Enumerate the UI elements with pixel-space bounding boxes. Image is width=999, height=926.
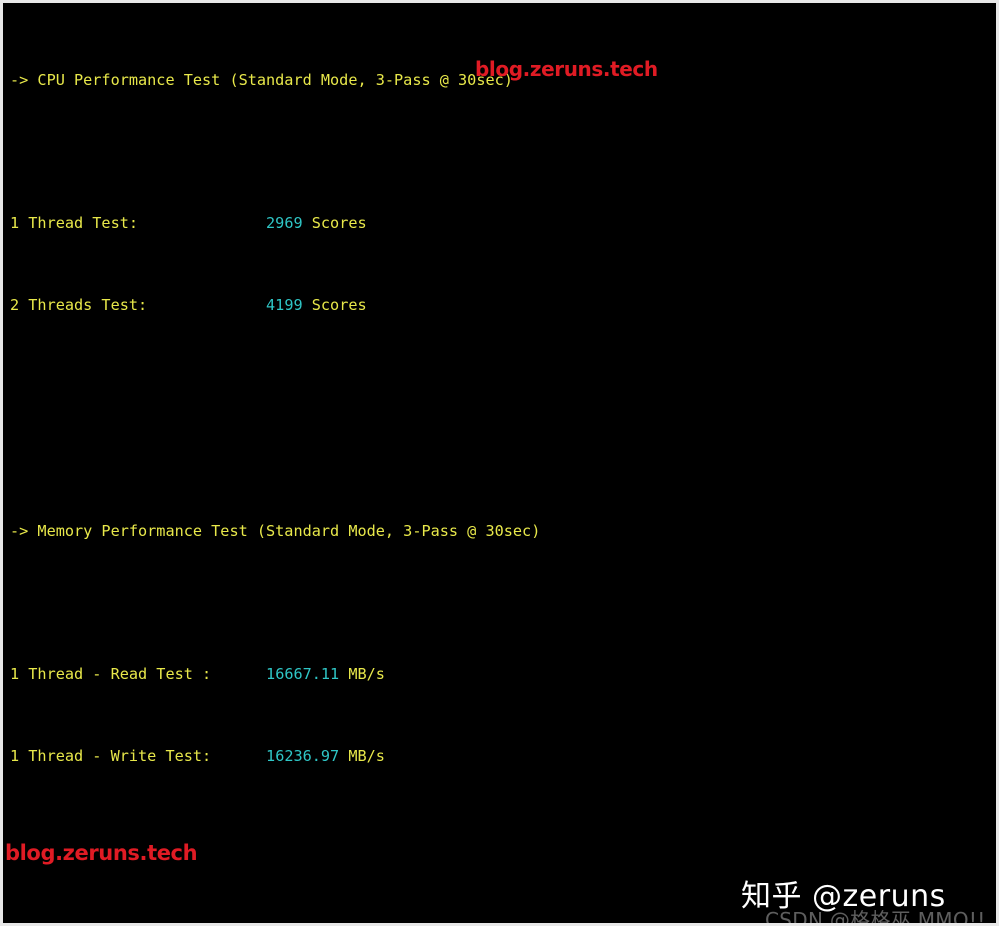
cpu-row-value: 4199 <box>266 296 303 314</box>
terminal-window: -> CPU Performance Test (Standard Mode, … <box>0 0 999 926</box>
cpu-row-label: 2 Threads Test: <box>10 296 148 314</box>
memory-row-unit: MB/s <box>348 665 385 683</box>
pad <box>211 747 266 765</box>
benchmark-block-1: -> CPU Performance Test (Standard Mode, … <box>3 3 996 923</box>
pad <box>138 214 266 232</box>
pad <box>147 296 266 314</box>
memory-row-unit: MB/s <box>348 747 385 765</box>
pad <box>211 665 266 683</box>
memory-row-value: 16236.97 <box>266 747 340 765</box>
cpu-row-unit <box>303 214 312 232</box>
cpu-row-unit-text: Scores <box>311 296 367 314</box>
cpu-row-label: 1 Thread Test: <box>10 214 139 232</box>
memory-row-label: 1 Thread - Write Test: <box>10 747 212 765</box>
sp <box>339 665 348 683</box>
memory-test-header-1: -> Memory Performance Test (Standard Mod… <box>10 521 541 540</box>
cpu-row-value: 2969 <box>266 214 303 232</box>
cpu-row-unit <box>303 296 312 314</box>
cpu-test-header-1: -> CPU Performance Test (Standard Mode, … <box>10 70 513 89</box>
memory-row-value: 16667.11 <box>266 665 340 683</box>
cpu-row-unit-text: Scores <box>311 214 367 232</box>
cpu-row-1-thread-1: 1 Thread Test: 2969 Scores <box>10 213 996 234</box>
memory-row-label: 1 Thread - Read Test : <box>10 665 212 683</box>
memory-row-write-1: 1 Thread - Write Test: 16236.97 MB/s <box>10 746 996 767</box>
cpu-row-2-threads-1: 2 Threads Test: 4199 Scores <box>10 295 996 316</box>
memory-row-read-1: 1 Thread - Read Test : 16667.11 MB/s <box>10 664 996 685</box>
sp <box>339 747 348 765</box>
